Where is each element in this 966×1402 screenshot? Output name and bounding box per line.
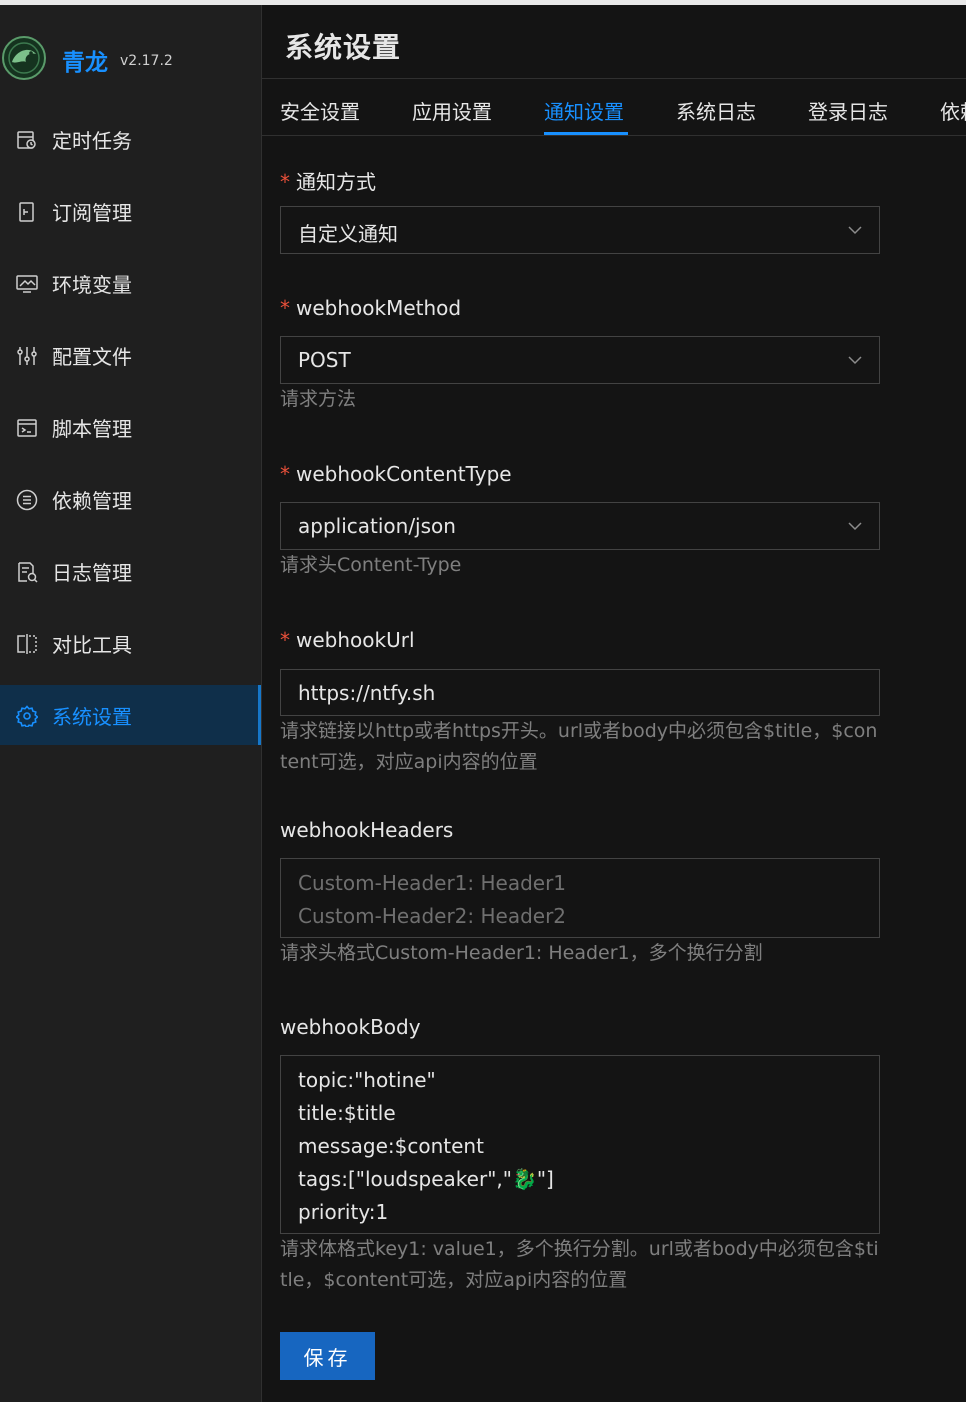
tabs-divider (262, 135, 966, 136)
gear-icon (16, 705, 38, 727)
webhook-method-help: 请求方法 (280, 388, 357, 410)
monitor-icon (16, 275, 38, 293)
tab-login-log[interactable]: 登录日志 (808, 96, 888, 125)
sidebar-item-label: 脚本管理 (52, 417, 132, 441)
brand-version: v2.17.2 (120, 53, 173, 69)
webhook-body-help: 请求体格式key1: value1，多个换行分割。url或者body中必须包含$… (280, 1238, 879, 1291)
subscription-icon (19, 202, 34, 222)
webhook-content-type-value: application/json (298, 514, 456, 538)
webhook-content-type-select[interactable]: application/json (280, 502, 880, 550)
tab-security[interactable]: 安全设置 (280, 96, 360, 125)
sidebar-item-diff-tool[interactable]: 对比工具 (0, 613, 261, 673)
sidebar-item-label: 依赖管理 (52, 489, 132, 513)
log-file-icon (18, 562, 38, 583)
webhook-content-type-label: * webhookContentType (280, 462, 512, 486)
required-mark: * (280, 628, 290, 652)
webhook-headers-placeholder-line: Custom-Header1: Header1 (298, 871, 567, 895)
webhook-headers-label: webhookHeaders (280, 818, 454, 842)
tab-dependencies[interactable]: 依赖 (940, 96, 966, 125)
webhook-body-line: topic:"hotine" (298, 1068, 436, 1092)
webhook-content-type-help: 请求头Content-Type (280, 554, 462, 576)
sliders-icon (17, 347, 37, 365)
webhook-method-label: * webhookMethod (280, 296, 462, 320)
webhook-url-help: 请求链接以http或者https开头。url或者body中必须包含$title，… (280, 720, 878, 773)
webhook-headers-textarea[interactable]: Custom-Header1: Header1 Custom-Header2: … (280, 858, 880, 938)
webhook-headers-placeholder-line: Custom-Header2: Header2 (298, 904, 567, 928)
save-button[interactable]: 保存 (280, 1332, 375, 1380)
sidebar-item-logs[interactable]: 日志管理 (0, 541, 261, 601)
webhook-url-input[interactable] (298, 679, 868, 707)
webhook-headers-help: 请求头格式Custom-Header1: Header1，多个换行分割 (280, 942, 763, 964)
notify-method-label: * 通知方式 (280, 170, 376, 194)
qinglong-logo-icon (2, 36, 46, 80)
sidebar-item-subscriptions[interactable]: 订阅管理 (0, 181, 261, 241)
header-divider (262, 78, 966, 79)
tab-system-log[interactable]: 系统日志 (676, 96, 756, 125)
chevron-down-icon (848, 522, 862, 531)
notify-method-select[interactable]: 自定义通知 (280, 206, 880, 254)
calendar-clock-icon (17, 131, 36, 149)
sidebar-item-label: 系统设置 (52, 705, 132, 729)
webhook-body-textarea[interactable]: topic:"hotine" title:$title message:$con… (280, 1055, 880, 1234)
webhook-method-value: POST (298, 348, 351, 372)
sidebar-item-label: 订阅管理 (52, 201, 132, 225)
sidebar-item-label: 对比工具 (52, 633, 132, 657)
list-icon (16, 489, 38, 511)
sidebar-item-label: 日志管理 (52, 561, 132, 585)
webhook-body-label: webhookBody (280, 1015, 421, 1039)
chevron-down-icon (848, 226, 862, 235)
webhook-method-select[interactable]: POST (280, 336, 880, 384)
webhook-body-line: tags:["loudspeaker","🐉"] (298, 1167, 554, 1191)
sidebar-item-label: 定时任务 (52, 129, 132, 153)
notify-method-value: 自定义通知 (298, 222, 398, 246)
chevron-down-icon (848, 356, 862, 365)
page-title: 系统设置 (285, 31, 402, 64)
sidebar-item-config-files[interactable]: 配置文件 (0, 325, 261, 385)
webhook-body-line: priority:1 (298, 1200, 389, 1224)
webhook-body-line: title:$title (298, 1101, 396, 1125)
brand-name: 青龙 (62, 50, 108, 76)
webhook-url-label: * webhookUrl (280, 628, 415, 652)
sidebar-item-label: 配置文件 (52, 345, 132, 369)
diff-icon (17, 634, 37, 654)
sidebar-item-scripts[interactable]: 脚本管理 (0, 397, 261, 457)
terminal-icon (17, 419, 37, 437)
required-mark: * (280, 170, 290, 194)
sidebar-item-env-vars[interactable]: 环境变量 (0, 253, 261, 313)
required-mark: * (280, 462, 290, 486)
sidebar-item-system-settings[interactable]: 系统设置 (0, 685, 261, 745)
tab-app[interactable]: 应用设置 (412, 96, 492, 125)
sidebar-item-label: 环境变量 (52, 273, 132, 297)
webhook-url-field[interactable] (280, 669, 880, 716)
sidebar-item-dependencies[interactable]: 依赖管理 (0, 469, 261, 529)
sidebar-item-cron-tasks[interactable]: 定时任务 (0, 109, 261, 169)
required-mark: * (280, 296, 290, 320)
sidebar: 青龙 v2.17.2 定时任务 订阅管理 环境变量 配置文件 脚本管理 依赖管理… (0, 5, 262, 1402)
tab-notification[interactable]: 通知设置 (544, 96, 624, 125)
webhook-body-line: message:$content (298, 1134, 484, 1158)
